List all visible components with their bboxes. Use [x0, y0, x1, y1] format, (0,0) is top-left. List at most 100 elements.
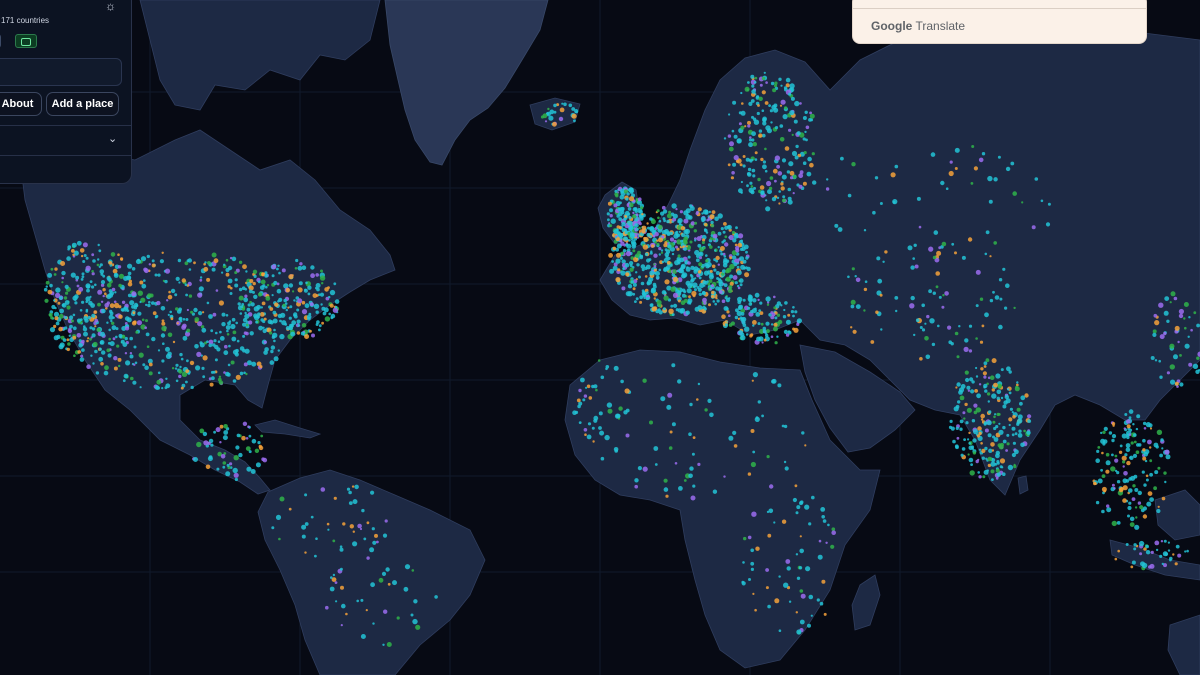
- place-marker[interactable]: [1152, 329, 1157, 334]
- place-marker[interactable]: [212, 312, 217, 317]
- place-marker[interactable]: [949, 419, 953, 423]
- place-marker[interactable]: [751, 89, 756, 94]
- place-marker[interactable]: [255, 462, 261, 468]
- place-marker[interactable]: [743, 244, 749, 250]
- place-marker[interactable]: [872, 210, 876, 215]
- place-marker[interactable]: [235, 445, 240, 450]
- place-marker[interactable]: [85, 256, 89, 260]
- place-marker[interactable]: [973, 403, 978, 408]
- place-marker[interactable]: [788, 161, 794, 167]
- place-marker[interactable]: [851, 267, 855, 271]
- place-marker[interactable]: [693, 229, 697, 233]
- place-marker[interactable]: [351, 485, 355, 488]
- place-marker[interactable]: [321, 282, 324, 285]
- place-marker[interactable]: [366, 556, 370, 560]
- place-marker[interactable]: [640, 281, 645, 286]
- place-marker[interactable]: [975, 337, 978, 340]
- place-marker[interactable]: [958, 387, 965, 393]
- place-marker[interactable]: [1012, 415, 1016, 419]
- place-marker[interactable]: [605, 365, 610, 369]
- place-marker[interactable]: [100, 331, 105, 337]
- place-marker[interactable]: [83, 331, 88, 337]
- place-marker[interactable]: [717, 231, 722, 236]
- place-marker[interactable]: [984, 252, 988, 256]
- place-marker[interactable]: [776, 196, 780, 200]
- place-marker[interactable]: [1094, 482, 1097, 486]
- place-marker[interactable]: [761, 76, 766, 81]
- place-marker[interactable]: [732, 430, 737, 435]
- place-marker[interactable]: [221, 322, 226, 327]
- place-marker[interactable]: [247, 425, 250, 429]
- place-marker[interactable]: [961, 255, 966, 260]
- place-marker[interactable]: [1105, 469, 1110, 474]
- place-marker[interactable]: [725, 269, 730, 274]
- place-marker[interactable]: [80, 278, 84, 281]
- place-marker[interactable]: [157, 273, 161, 277]
- place-marker[interactable]: [991, 388, 995, 392]
- place-marker[interactable]: [1153, 486, 1157, 491]
- place-marker[interactable]: [951, 242, 955, 246]
- place-marker[interactable]: [287, 306, 290, 309]
- place-marker[interactable]: [182, 335, 188, 341]
- place-marker[interactable]: [991, 393, 997, 399]
- place-marker[interactable]: [746, 184, 749, 188]
- place-marker[interactable]: [57, 301, 61, 305]
- place-marker[interactable]: [91, 270, 94, 273]
- place-marker[interactable]: [760, 322, 764, 326]
- place-marker[interactable]: [87, 315, 92, 320]
- place-marker[interactable]: [751, 511, 757, 517]
- place-marker[interactable]: [127, 263, 133, 269]
- place-marker[interactable]: [212, 370, 216, 374]
- place-marker[interactable]: [1045, 222, 1051, 227]
- place-marker[interactable]: [111, 325, 117, 331]
- place-marker[interactable]: [266, 284, 270, 287]
- place-marker[interactable]: [790, 310, 795, 314]
- place-marker[interactable]: [272, 310, 277, 315]
- place-marker[interactable]: [154, 315, 158, 319]
- place-marker[interactable]: [276, 288, 282, 294]
- place-marker[interactable]: [954, 147, 960, 153]
- place-marker[interactable]: [737, 300, 742, 305]
- place-marker[interactable]: [984, 446, 988, 451]
- place-marker[interactable]: [89, 326, 93, 330]
- place-marker[interactable]: [185, 318, 189, 321]
- place-marker[interactable]: [664, 279, 670, 285]
- place-marker[interactable]: [229, 292, 233, 295]
- place-marker[interactable]: [71, 319, 74, 323]
- place-marker[interactable]: [297, 298, 303, 304]
- place-marker[interactable]: [653, 297, 656, 300]
- place-marker[interactable]: [938, 295, 942, 299]
- place-marker[interactable]: [618, 406, 623, 411]
- place-marker[interactable]: [973, 410, 978, 415]
- place-marker[interactable]: [980, 442, 983, 445]
- place-marker[interactable]: [108, 337, 111, 341]
- place-marker[interactable]: [931, 342, 936, 347]
- place-marker[interactable]: [127, 271, 132, 276]
- place-marker[interactable]: [746, 266, 751, 272]
- place-marker[interactable]: [315, 310, 319, 314]
- place-marker[interactable]: [977, 471, 980, 474]
- place-marker[interactable]: [288, 507, 292, 511]
- place-marker[interactable]: [752, 450, 756, 454]
- place-marker[interactable]: [632, 292, 636, 296]
- place-marker[interactable]: [92, 341, 98, 347]
- place-marker[interactable]: [597, 359, 601, 362]
- place-marker[interactable]: [263, 317, 267, 321]
- place-marker[interactable]: [126, 309, 130, 312]
- place-marker[interactable]: [211, 376, 215, 381]
- place-marker[interactable]: [235, 348, 239, 353]
- place-marker[interactable]: [225, 272, 230, 277]
- place-marker[interactable]: [637, 466, 643, 471]
- place-marker[interactable]: [114, 291, 117, 294]
- place-marker[interactable]: [670, 286, 676, 292]
- place-marker[interactable]: [794, 310, 798, 314]
- place-marker[interactable]: [798, 173, 804, 179]
- place-marker[interactable]: [161, 325, 167, 332]
- place-marker[interactable]: [54, 316, 59, 321]
- place-marker[interactable]: [233, 455, 239, 461]
- place-marker[interactable]: [991, 358, 997, 364]
- place-marker[interactable]: [769, 484, 774, 489]
- place-marker[interactable]: [919, 357, 923, 361]
- place-marker[interactable]: [780, 84, 783, 87]
- place-marker[interactable]: [83, 325, 86, 328]
